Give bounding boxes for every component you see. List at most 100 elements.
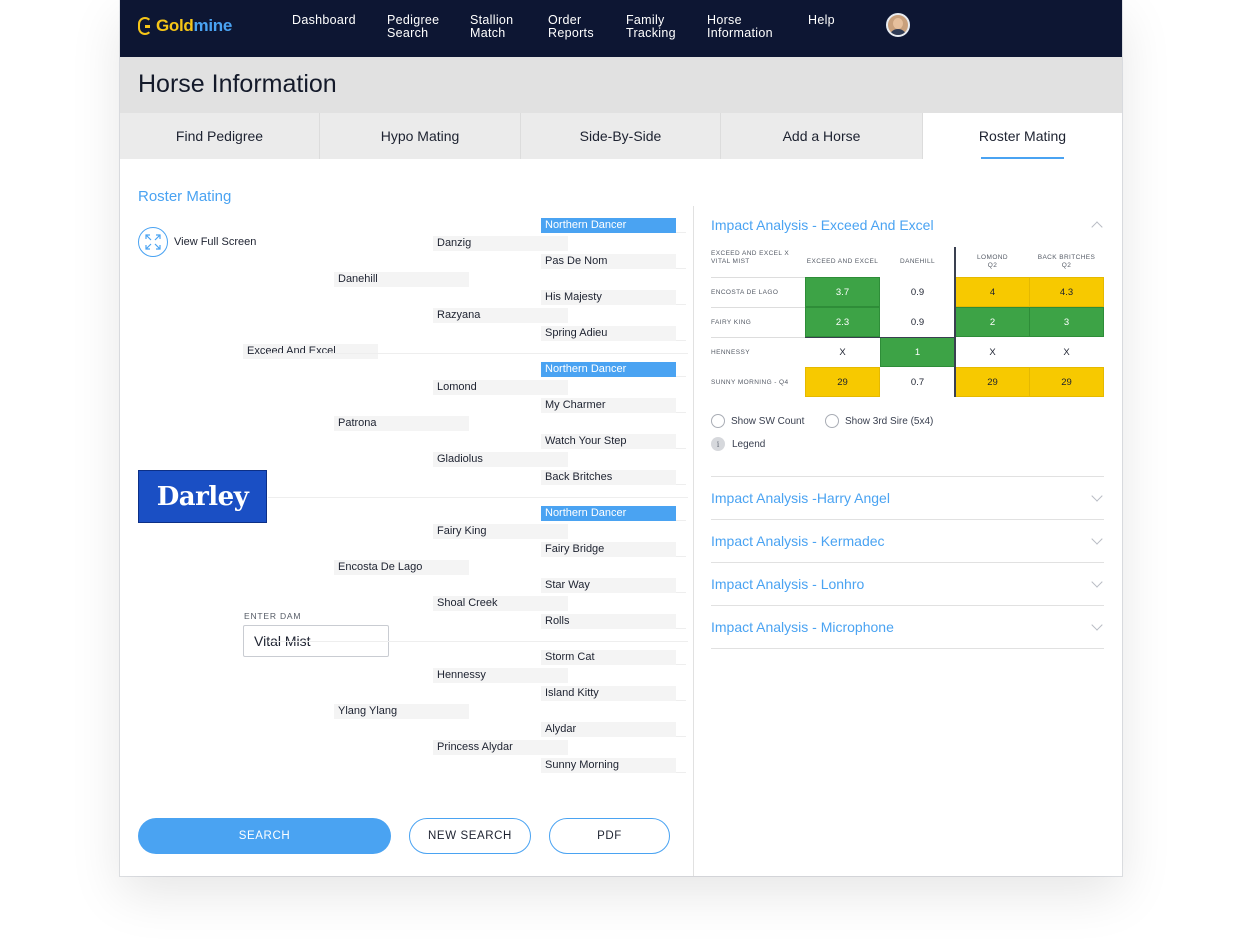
grid-row-label: ENCOSTA DE LAGO — [711, 288, 779, 296]
impact-analysis-accordion-header[interactable]: Impact Analysis -Harry Angel — [711, 490, 890, 506]
chevron-down-icon[interactable] — [1091, 576, 1103, 588]
search-button[interactable]: SEARCH — [138, 818, 391, 854]
pedigree-gen2-item[interactable]: Encosta De Lago — [334, 560, 469, 575]
chevron-up-icon[interactable] — [1091, 221, 1103, 233]
impact-analysis-accordion-header[interactable]: Impact Analysis - Microphone — [711, 619, 894, 635]
grid-cell: 3.7 — [805, 277, 880, 307]
nav-horse-information[interactable]: Horse Information — [707, 14, 773, 40]
impact-analysis-exceed-and-excel-header[interactable]: Impact Analysis - Exceed And Excel — [711, 217, 934, 233]
pedigree-gen2-item[interactable]: Patrona — [334, 416, 469, 431]
pedigree-gen2-item[interactable]: Ylang Ylang — [334, 704, 469, 719]
pedigree-connector — [268, 641, 688, 642]
pedigree-gen4-item[interactable]: Sunny Morning — [541, 758, 676, 773]
legend-toggle[interactable]: i Legend — [711, 437, 765, 451]
pedigree-gen3-item[interactable]: Princess Alydar — [433, 740, 568, 755]
chevron-down-icon[interactable] — [1091, 619, 1103, 631]
pedigree-gen4-item[interactable]: Watch Your Step — [541, 434, 676, 449]
pedigree-connector — [676, 736, 686, 737]
nav-order-reports[interactable]: Order Reports — [548, 14, 594, 40]
pedigree-gen4-item[interactable]: His Majesty — [541, 290, 676, 305]
pedigree-gen4-item[interactable]: Star Way — [541, 578, 676, 593]
chevron-down-icon[interactable] — [1091, 533, 1103, 545]
pedigree-gen3-item[interactable]: Shoal Creek — [433, 596, 568, 611]
goldmine-logo[interactable]: Goldmine — [138, 15, 232, 37]
pedigree-connector — [676, 412, 686, 413]
pedigree-gen3-item[interactable]: Danzig — [433, 236, 568, 251]
top-navigation: Goldmine Dashboard Pedigree Search Stall… — [120, 0, 1122, 57]
darley-logo-text: Darley — [156, 481, 249, 512]
new-search-button[interactable]: NEW SEARCH — [409, 818, 531, 854]
pedigree-gen3-item[interactable]: Razyana — [433, 308, 568, 323]
pedigree-gen4-item[interactable]: Back Britches — [541, 470, 676, 485]
radio-icon[interactable] — [711, 414, 725, 428]
grid-row-label: FAIRY KING — [711, 318, 752, 326]
pedigree-gen4-item[interactable]: Northern Dancer — [541, 362, 676, 377]
pdf-button[interactable]: PDF — [549, 818, 670, 854]
pedigree-gen4-item[interactable]: Spring Adieu — [541, 326, 676, 341]
pedigree-gen4-item[interactable]: Storm Cat — [541, 650, 676, 665]
grid-cell: 1 — [880, 337, 955, 367]
app-window: Goldmine Dashboard Pedigree Search Stall… — [120, 0, 1122, 876]
grid-cell: 4.3 — [1029, 277, 1104, 307]
pedigree-gen3-item[interactable]: Fairy King — [433, 524, 568, 539]
impact-analysis-accordion-header[interactable]: Impact Analysis - Kermadec — [711, 533, 885, 549]
pedigree-gen2-item[interactable]: Danehill — [334, 272, 469, 287]
pedigree-connector — [676, 484, 686, 485]
nav-stallion-match[interactable]: Stallion Match — [470, 14, 513, 40]
grid-cell: X — [805, 337, 880, 367]
enter-dam-label: ENTER DAM — [244, 611, 302, 621]
chevron-down-icon[interactable] — [1091, 490, 1103, 502]
pedigree-gen3-item[interactable]: Lomond — [433, 380, 568, 395]
impact-analysis-accordion-header[interactable]: Impact Analysis - Lonhro — [711, 576, 864, 592]
pedigree-gen3-item[interactable]: Hennessy — [433, 668, 568, 683]
pedigree-connector — [676, 700, 686, 701]
show-sw-count-label: Show SW Count — [731, 415, 805, 427]
tab-roster-mating[interactable]: Roster Mating — [923, 113, 1122, 159]
grid-line — [805, 337, 954, 338]
pedigree-gen4-item[interactable]: Island Kitty — [541, 686, 676, 701]
pedigree-gen3-item[interactable]: Gladiolus — [433, 452, 568, 467]
tab-bar: Find Pedigree Hypo Mating Side-By-Side A… — [120, 113, 1122, 159]
grid-cell: 2.3 — [805, 307, 880, 337]
accordion-separator — [711, 476, 1104, 477]
pedigree-connector — [676, 340, 686, 341]
pedigree-gen1-item[interactable]: Exceed And Excel — [243, 344, 378, 359]
grid-cell: X — [1029, 337, 1104, 367]
pedigree-gen4-item[interactable]: Fairy Bridge — [541, 542, 676, 557]
grid-corner-header: EXCEED AND EXCEL X VITAL MIST — [711, 250, 790, 265]
tab-side-by-side[interactable]: Side-By-Side — [521, 113, 721, 159]
pedigree-connector — [676, 664, 686, 665]
pedigree-gen4-item[interactable]: My Charmer — [541, 398, 676, 413]
pedigree-connector — [268, 353, 688, 354]
show-3rd-sire-toggle[interactable]: Show 3rd Sire (5x4) — [825, 414, 933, 428]
pedigree-gen4-item[interactable]: Northern Dancer — [541, 506, 676, 521]
view-full-screen-button[interactable]: View Full Screen — [138, 227, 256, 257]
tab-add-a-horse[interactable]: Add a Horse — [721, 113, 923, 159]
pedigree-connector — [676, 268, 686, 269]
nav-family-tracking[interactable]: Family Tracking — [626, 14, 676, 40]
pedigree-connector — [676, 376, 686, 377]
nav-dashboard[interactable]: Dashboard — [292, 14, 356, 27]
tab-find-pedigree[interactable]: Find Pedigree — [120, 113, 320, 159]
accordion-separator — [711, 519, 1104, 520]
pedigree-connector — [676, 772, 686, 773]
user-avatar[interactable] — [886, 13, 910, 37]
nav-pedigree-search[interactable]: Pedigree Search — [387, 14, 439, 40]
grid-column-header: LOMOND Q2 — [977, 254, 1008, 269]
legend-label: Legend — [732, 438, 766, 450]
pedigree-connector — [676, 628, 686, 629]
pedigree-gen4-item[interactable]: Rolls — [541, 614, 676, 629]
nav-help[interactable]: Help — [808, 14, 835, 27]
radio-icon[interactable] — [825, 414, 839, 428]
pedigree-gen4-item[interactable]: Pas De Nom — [541, 254, 676, 269]
pedigree-gen4-item[interactable]: Alydar — [541, 722, 676, 737]
info-icon: i — [711, 437, 725, 451]
tab-hypo-mating[interactable]: Hypo Mating — [320, 113, 521, 159]
pedigree-connector — [676, 448, 686, 449]
grid-row-label: SUNNY MORNING - Q4 — [711, 378, 789, 386]
show-3rd-sire-label: Show 3rd Sire (5x4) — [845, 415, 934, 427]
grid-cell: 0.9 — [880, 277, 955, 307]
pedigree-gen4-item[interactable]: Northern Dancer — [541, 218, 676, 233]
show-sw-count-toggle[interactable]: Show SW Count — [711, 414, 804, 428]
grid-line — [711, 277, 805, 278]
